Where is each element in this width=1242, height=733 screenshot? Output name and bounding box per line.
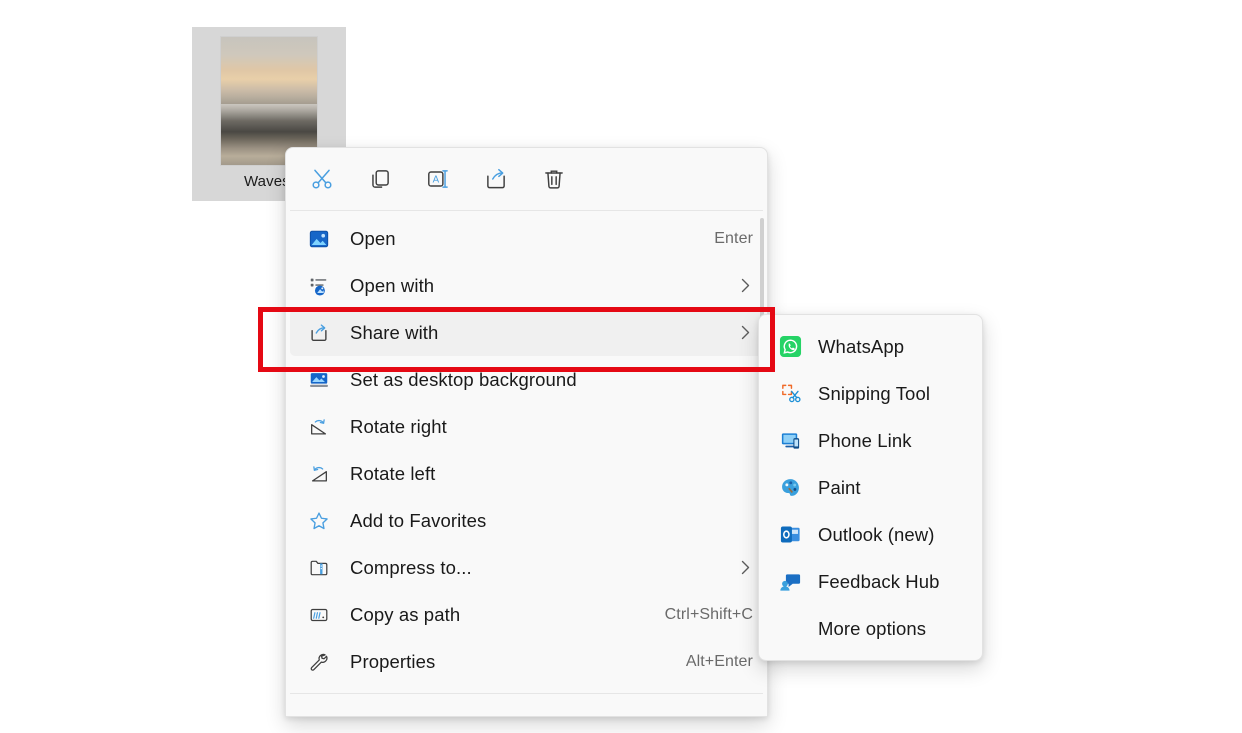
menu-item-accelerator: Ctrl+Shift+C — [664, 605, 753, 623]
whatsapp-icon — [778, 335, 802, 359]
share-target-feedback-hub[interactable]: Feedback Hub — [764, 558, 977, 605]
menu-item-label: Set as desktop background — [350, 368, 577, 390]
share-icon — [483, 166, 509, 192]
copy-path-icon — [308, 604, 330, 626]
bottom-separator — [290, 693, 763, 694]
photos-app-icon — [308, 228, 330, 250]
menu-item-properties[interactable]: Properties Alt+Enter — [290, 638, 763, 685]
delete-button[interactable] — [530, 158, 578, 200]
menu-item-label: Add to Favorites — [350, 509, 487, 531]
wrench-icon — [308, 651, 330, 673]
snipping-tool-icon — [778, 382, 802, 406]
share-button[interactable] — [472, 158, 520, 200]
share-target-phone-link[interactable]: Phone Link — [764, 417, 977, 464]
share-target-snipping-tool[interactable]: Snipping Tool — [764, 370, 977, 417]
menu-item-label: Properties — [350, 650, 436, 672]
share-target-label: More options — [818, 617, 927, 639]
menu-item-rotate-left[interactable]: Rotate left — [290, 450, 763, 497]
copy-icon — [367, 166, 393, 192]
copy-button[interactable] — [356, 158, 404, 200]
rename-button[interactable]: A — [414, 158, 462, 200]
menu-item-share-with[interactable]: Share with — [290, 309, 763, 356]
rotate-right-icon — [308, 416, 330, 438]
menu-item-label: Open with — [350, 274, 435, 296]
paint-icon — [778, 476, 802, 500]
menu-item-open-with[interactable]: Open with — [290, 262, 763, 309]
share-target-label: Phone Link — [818, 429, 912, 451]
cut-button[interactable] — [298, 158, 346, 200]
share-target-label: Outlook (new) — [818, 523, 935, 545]
share-target-label: Snipping Tool — [818, 382, 931, 404]
menu-item-label: Share with — [350, 321, 439, 343]
menu-item-label: Rotate right — [350, 415, 447, 437]
phone-link-icon — [778, 429, 802, 453]
menu-item-compress-to[interactable]: Compress to... — [290, 544, 763, 591]
menu-item-accelerator: Alt+Enter — [685, 652, 753, 670]
outlook-icon — [778, 523, 802, 547]
rotate-left-icon — [308, 463, 330, 485]
star-icon — [308, 510, 330, 532]
chevron-right-icon — [737, 278, 753, 293]
share-with-icon — [308, 322, 330, 344]
menu-item-label: Copy as path — [350, 603, 461, 625]
menu-item-accelerator: Enter — [714, 229, 753, 247]
wallpaper-icon — [308, 369, 330, 391]
menu-item-add-to-favorites[interactable]: Add to Favorites — [290, 497, 763, 544]
menu-item-open[interactable]: Open Enter — [290, 215, 763, 262]
feedback-hub-icon — [778, 570, 802, 594]
share-target-more-options[interactable]: More options — [764, 605, 977, 652]
trash-icon — [541, 166, 567, 192]
menu-item-copy-as-path[interactable]: Copy as path Ctrl+Shift+C — [290, 591, 763, 638]
menu-item-rotate-right[interactable]: Rotate right — [290, 403, 763, 450]
share-target-label: WhatsApp — [818, 335, 905, 357]
chevron-right-icon — [737, 325, 753, 340]
share-target-label: Feedback Hub — [818, 570, 940, 592]
share-target-outlook[interactable]: Outlook (new) — [764, 511, 977, 558]
chevron-right-icon — [737, 560, 753, 575]
context-menu-command-bar: A — [286, 148, 767, 210]
menu-item-label: Rotate left — [350, 462, 436, 484]
context-menu: A Open Enter Open with Share with Set as… — [285, 147, 768, 717]
menu-item-label: Open — [350, 227, 396, 249]
context-menu-items: Open Enter Open with Share with Set as d… — [286, 211, 767, 685]
open-with-icon — [308, 275, 330, 297]
compress-icon — [308, 557, 330, 579]
menu-item-set-as-desktop-background[interactable]: Set as desktop background — [290, 356, 763, 403]
share-with-submenu: WhatsApp Snipping Tool Phone Link Paint … — [758, 314, 983, 661]
svg-text:A: A — [433, 174, 440, 185]
rename-icon: A — [425, 166, 451, 192]
share-target-label: Paint — [818, 476, 861, 498]
share-target-paint[interactable]: Paint — [764, 464, 977, 511]
menu-item-label: Compress to... — [350, 556, 472, 578]
share-target-whatsapp[interactable]: WhatsApp — [764, 323, 977, 370]
scissors-icon — [309, 166, 335, 192]
